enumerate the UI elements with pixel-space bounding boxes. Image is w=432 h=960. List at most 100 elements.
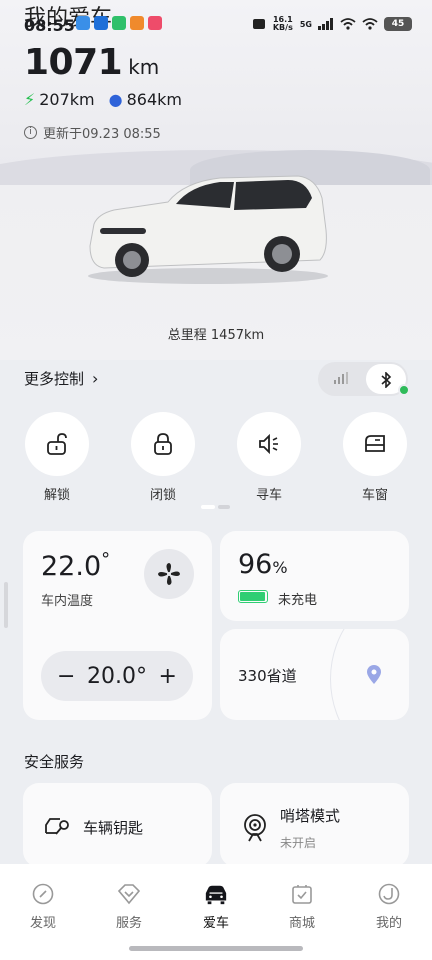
set-temperature-value: 20.0° <box>87 663 147 689</box>
cabin-temperature: 22.0° <box>41 549 110 582</box>
tab-profile-label: 我的 <box>375 916 402 931</box>
find-car-label: 寻车 <box>255 488 282 503</box>
chevron-right-icon: › <box>92 369 99 388</box>
total-range: 1071 km <box>24 42 159 83</box>
page-indicator <box>201 505 231 509</box>
charging-status: 未充电 <box>278 593 318 608</box>
network-type: 5G <box>299 19 312 29</box>
cabin-temperature-value: 22.0 <box>41 551 102 582</box>
location-card[interactable]: 330省道 <box>220 629 409 720</box>
app-notification-icon <box>76 16 90 30</box>
connection-toggle[interactable] <box>318 362 410 396</box>
sentry-mode-label: 哨塔模式 <box>280 807 341 825</box>
service-icon <box>117 884 141 905</box>
find-car-button[interactable]: 寻车 <box>236 412 302 503</box>
window-button[interactable]: 车窗 <box>342 412 408 503</box>
unlock-button-circle[interactable] <box>25 412 89 476</box>
electric-range: ⚡ 207km <box>24 90 95 109</box>
lock-button-circle[interactable] <box>131 412 195 476</box>
window-label: 车窗 <box>361 488 388 503</box>
horn-icon <box>259 433 278 455</box>
unlock-button[interactable]: 解锁 <box>24 412 90 503</box>
total-range-unit: km <box>128 55 160 79</box>
sentry-icon <box>244 814 266 842</box>
cabin-temperature-label: 车内温度 <box>41 594 94 609</box>
wifi-icon <box>362 18 378 30</box>
climate-card[interactable]: 22.0° 车内温度 − 20.0° + <box>23 531 212 720</box>
fan-button[interactable] <box>144 549 194 599</box>
total-range-value: 1071 <box>24 42 123 83</box>
app-notification-icon <box>94 16 108 30</box>
page-dot <box>218 505 230 509</box>
tab-my-car-label: 爱车 <box>202 916 229 931</box>
app-notification-icon <box>148 16 162 30</box>
odometer: 总里程 1457km <box>167 328 265 343</box>
update-time: i 更新于09.23 08:55 <box>24 123 161 142</box>
battery-level-bar <box>238 590 268 603</box>
electric-range-value: 207km <box>39 90 95 109</box>
lock-button[interactable]: 闭锁 <box>130 412 196 503</box>
battery-percent-value: 96 <box>238 549 273 580</box>
update-time-text: 更新于09.23 08:55 <box>43 127 161 142</box>
battery-card[interactable]: 96% 未充电 <box>220 531 409 621</box>
notification-icons <box>76 16 162 30</box>
unlock-label: 解锁 <box>43 488 70 503</box>
more-controls-label: 更多控制 <box>24 370 85 388</box>
tab-service-label: 服务 <box>115 916 142 931</box>
profile-icon <box>378 883 400 905</box>
sentry-mode-card[interactable]: 哨塔模式 未开启 <box>220 783 409 867</box>
wechat-icon <box>112 16 126 30</box>
bluetooth-icon <box>381 370 392 389</box>
edge-handle[interactable] <box>4 582 8 628</box>
compass-icon <box>32 883 54 905</box>
status-right: 16.1 KB/s 5G 45 <box>252 16 412 32</box>
battery-indicator: 45 <box>384 17 412 31</box>
page-dot-active <box>201 505 215 509</box>
window-icon <box>365 435 385 452</box>
lock-label: 闭锁 <box>149 488 176 503</box>
safety-section-title: 安全服务 <box>24 753 85 771</box>
car-key-label: 车辆钥匙 <box>83 819 144 837</box>
app-notification-icon <box>130 16 144 30</box>
lock-icon <box>154 433 172 455</box>
fuel-range: ● 864km <box>109 90 182 109</box>
cellular-connection-icon[interactable] <box>334 372 348 384</box>
find-car-button-circle[interactable] <box>237 412 301 476</box>
wifi-icon <box>340 18 356 30</box>
quick-controls: 解锁 闭锁 寻车 车窗 <box>24 412 408 503</box>
sentry-mode-status: 未开启 <box>280 836 317 850</box>
tab-shop-label: 商城 <box>288 916 315 931</box>
fuel-drop-icon: ● <box>108 90 123 109</box>
increase-temp-button[interactable]: + <box>159 664 177 689</box>
car-image[interactable] <box>84 168 332 286</box>
battery-level-fill <box>240 592 265 601</box>
status-time: 08:55 <box>24 16 75 35</box>
fuel-range-value: 864km <box>126 90 182 109</box>
location-road: 330省道 <box>238 667 297 685</box>
connected-check-icon <box>398 384 410 396</box>
fan-icon <box>158 563 180 585</box>
decrease-temp-button[interactable]: − <box>57 664 75 689</box>
unlock-icon <box>47 433 67 455</box>
tab-my-car[interactable]: 爱车 <box>186 882 246 931</box>
bolt-icon: ⚡ <box>24 90 36 109</box>
alarm-icon <box>252 19 265 29</box>
more-controls-link[interactable]: 更多控制 › <box>24 368 98 389</box>
tab-service[interactable]: 服务 <box>99 882 159 931</box>
info-icon: i <box>24 126 37 139</box>
shop-icon <box>292 885 312 904</box>
window-button-circle[interactable] <box>343 412 407 476</box>
signal-icon <box>318 18 333 30</box>
percent-sign: % <box>272 558 288 577</box>
range-breakdown: ⚡ 207km ● 864km <box>24 90 182 109</box>
car-key-icon <box>45 818 69 835</box>
tab-discover-label: 发现 <box>29 916 56 931</box>
tab-profile[interactable]: 我的 <box>359 882 419 931</box>
battery-percent: 96% <box>238 549 288 580</box>
tab-shop[interactable]: 商城 <box>272 882 332 931</box>
car-key-card[interactable]: 车辆钥匙 <box>23 783 212 867</box>
temperature-setter: − 20.0° + <box>41 651 193 701</box>
car-icon <box>205 885 227 905</box>
tab-discover[interactable]: 发现 <box>13 882 73 931</box>
home-indicator[interactable] <box>129 946 303 951</box>
